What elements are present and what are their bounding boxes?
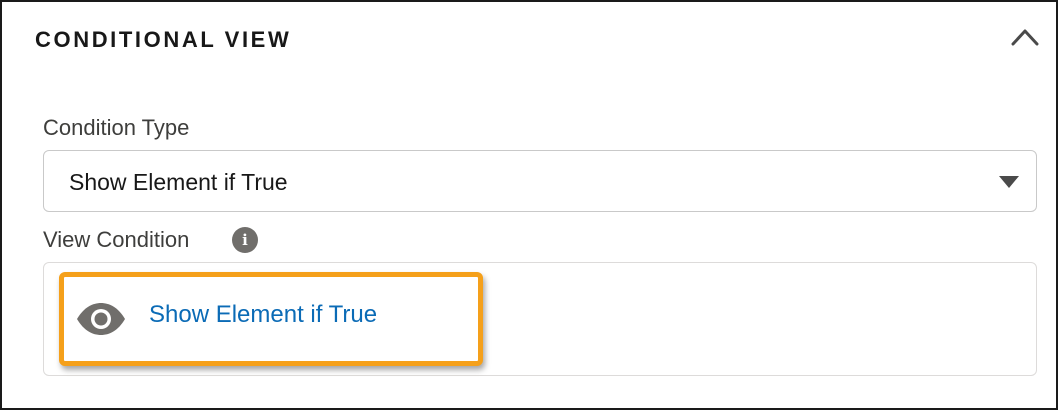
condition-type-selected-value: Show Element if True xyxy=(69,169,288,195)
caret-down-icon xyxy=(999,176,1019,188)
condition-type-label: Condition Type xyxy=(43,115,190,140)
section-title: CONDITIONAL VIEW xyxy=(35,27,292,52)
view-condition-label: View Condition xyxy=(43,227,190,252)
chevron-up-icon[interactable] xyxy=(1010,26,1040,48)
eye-icon xyxy=(77,303,125,335)
view-condition-link-text: Show Element if True xyxy=(149,301,378,328)
view-condition-link[interactable]: Show Element if True xyxy=(68,284,474,354)
info-icon[interactable]: i xyxy=(232,227,258,253)
condition-type-select[interactable]: Show Element if True xyxy=(43,150,1037,212)
conditional-view-panel: CONDITIONAL VIEW Condition Type Show Ele… xyxy=(0,0,1058,410)
